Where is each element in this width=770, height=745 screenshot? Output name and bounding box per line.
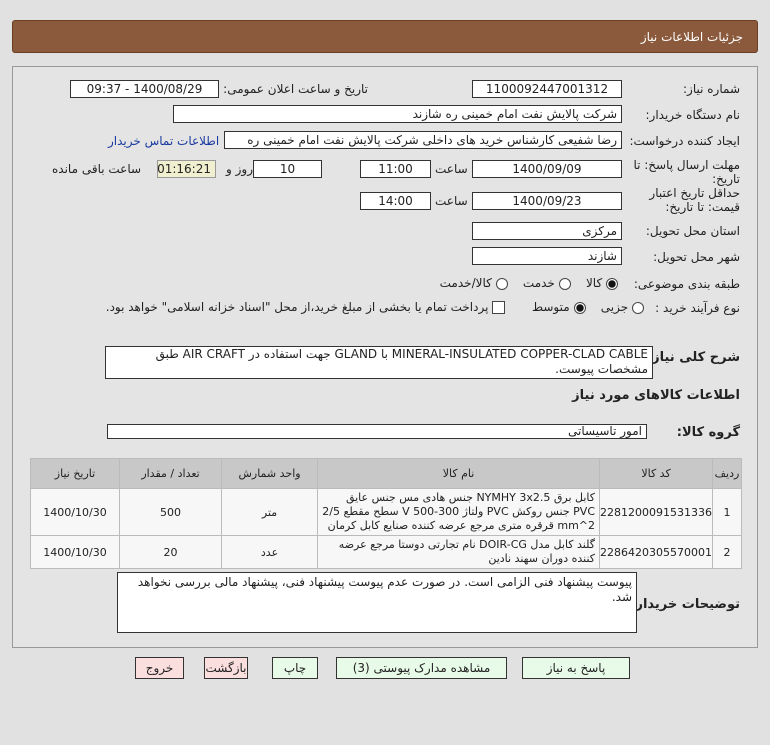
deadline-date-field: 1400/09/09 <box>472 160 622 178</box>
need-number-label: شماره نیاز: <box>683 82 740 96</box>
radio-medium[interactable] <box>573 301 586 314</box>
description-field: MINERAL-INSULATED COPPER-CLAD CABLE با G… <box>105 346 653 379</box>
process-radios: جزیی متوسط پرداخت تمام یا بخشی از مبلغ خ… <box>106 300 644 314</box>
radio-goods[interactable] <box>606 277 618 290</box>
remaining-time-field: 01:16:21 <box>157 160 216 178</box>
validity-date-field: 1400/09/23 <box>472 192 622 210</box>
view-attachments-button[interactable]: مشاهده مدارک پیوستی (3) <box>336 657 507 679</box>
reply-button[interactable]: پاسخ به نیاز <box>522 657 630 679</box>
back-button[interactable]: بازگشت <box>204 657 248 679</box>
print-button[interactable]: چاپ <box>272 657 318 679</box>
province-field: مرکزی <box>472 222 622 240</box>
category-label: طبقه بندی موضوعی: <box>633 277 740 291</box>
city-label: شهر محل تحویل: <box>653 250 740 264</box>
days-label: روز و <box>226 162 253 176</box>
exit-button[interactable]: خروج <box>135 657 184 679</box>
group-label: گروه کالا: <box>676 425 740 440</box>
province-label: استان محل تحویل: <box>645 224 740 238</box>
need-number-field: 1100092447001312 <box>472 80 622 98</box>
buyer-org-field: شرکت پالایش نفت امام خمینی ره شازند <box>173 105 622 123</box>
creator-label: ایجاد کننده درخواست: <box>629 134 740 148</box>
goods-table: ردیف کد کالا نام کالا واحد شمارش تعداد /… <box>29 458 742 569</box>
notes-field: پیوست پیشنهاد فنی الزامی است. در صورت عد… <box>117 572 637 633</box>
remaining-label: ساعت باقی مانده <box>52 162 142 176</box>
category-radios: کالا خدمت کالا/خدمت <box>440 276 618 290</box>
goods-info-title: اطلاعات کالاهای مورد نیاز <box>572 388 740 403</box>
validity-time-label: ساعت <box>435 194 468 208</box>
deadline-time-field: 11:00 <box>360 160 431 178</box>
validity-label: حداقل تاریخ اعتبار قیمت: تا تاریخ: <box>649 186 740 214</box>
table-row: 2 2286420305570001 گلند کابل مدل DOIR-CG… <box>29 535 742 569</box>
table-header: ردیف کد کالا نام کالا واحد شمارش تعداد /… <box>29 458 742 489</box>
buyer-contact-link[interactable]: اطلاعات تماس خریدار <box>108 134 219 148</box>
announce-field: 1400/08/29 - 09:37 <box>70 80 219 98</box>
radio-service[interactable] <box>558 277 571 290</box>
treasury-checkbox[interactable] <box>492 301 506 314</box>
radio-goods-service[interactable] <box>495 277 508 290</box>
validity-time-field: 14:00 <box>360 192 431 210</box>
payment-note: پرداخت تمام یا بخشی از مبلغ خرید،از محل … <box>105 300 489 314</box>
announce-label: تاریخ و ساعت اعلان عمومی: <box>223 82 368 96</box>
description-label: شرح کلی نیاز: <box>646 350 740 365</box>
deadline-time-label: ساعت <box>435 162 468 176</box>
days-field: 10 <box>253 160 322 178</box>
city-field: شازند <box>472 247 622 265</box>
notes-label: توضیحات خریدار: <box>630 597 740 612</box>
buyer-org-label: نام دستگاه خریدار: <box>645 108 741 122</box>
process-label: نوع فرآیند خرید : <box>655 301 740 315</box>
table-row: 1 2281200091531336 کابل برق NYMHY 3x2.5 … <box>29 488 742 536</box>
page-header: جزئیات اطلاعات نیاز <box>12 20 758 53</box>
group-field: امور تاسیساتی <box>107 424 647 439</box>
creator-field: رضا شفیعی کارشناس خرید های داخلی شرکت پا… <box>224 131 622 149</box>
radio-minor[interactable] <box>632 301 644 314</box>
deadline-label: مهلت ارسال پاسخ: تا تاریخ: <box>633 158 740 186</box>
